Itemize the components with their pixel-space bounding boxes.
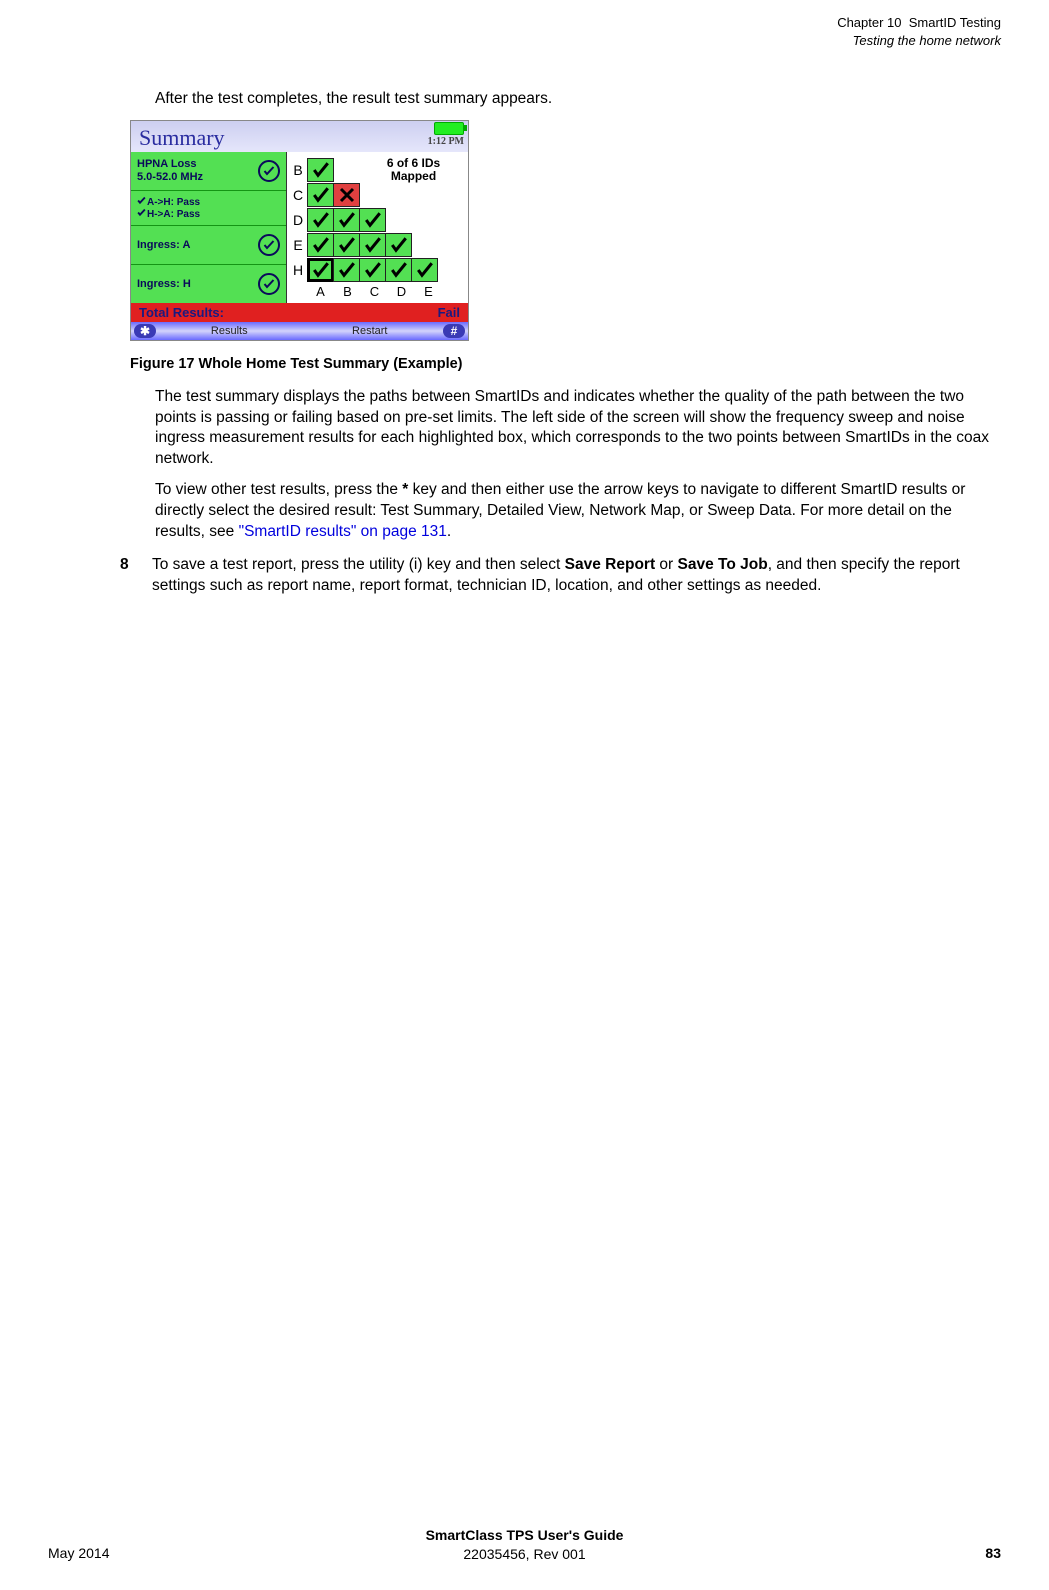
para-summary: The test summary displays the paths betw… — [155, 387, 996, 471]
col-a: A — [307, 283, 334, 301]
bold-save-report: Save Report — [565, 556, 655, 573]
col-e: E — [415, 283, 442, 301]
text: To save a test report, press the utility… — [152, 556, 565, 573]
softkey-bar: ✱ Results Restart # — [131, 322, 468, 340]
chapter-num: Chapter 10 — [837, 15, 901, 30]
check-circle-icon — [258, 160, 280, 182]
cell-pass-selected — [307, 258, 334, 282]
row-b-label: B — [289, 158, 307, 183]
cell-pass — [333, 208, 360, 232]
hpna-label2: 5.0-52.0 MHz — [137, 171, 203, 183]
cell-pass — [385, 258, 412, 282]
cell-pass — [307, 208, 334, 232]
hpna-box: HPNA Loss 5.0-52.0 MHz — [131, 152, 286, 191]
col-d: D — [388, 283, 415, 301]
page-footer: May 2014 SmartClass TPS User's Guide 220… — [48, 1526, 1001, 1564]
hpna-label1: HPNA Loss — [137, 158, 197, 170]
col-b: B — [334, 283, 361, 301]
step-body: To save a test report, press the utility… — [152, 555, 1001, 597]
text: or — [655, 556, 677, 573]
link-smartid-results[interactable]: "SmartID results" on page 131 — [239, 523, 447, 540]
ingress-a-box: Ingress: A — [131, 226, 286, 265]
hash-key-icon: # — [443, 324, 465, 338]
page-header: Chapter 10 SmartID Testing Testing the h… — [60, 14, 1001, 49]
cell-fail — [333, 183, 360, 207]
text: To view other test results, press the — [155, 481, 402, 498]
para-results: To view other test results, press the * … — [155, 480, 996, 543]
footer-title: SmartClass TPS User's Guide — [48, 1526, 1001, 1545]
battery-icon — [434, 122, 464, 135]
cell-pass — [385, 233, 412, 257]
ingress-h-box: Ingress: H — [131, 265, 286, 303]
footer-date: May 2014 — [48, 1544, 109, 1563]
soft-restart: Restart — [300, 324, 441, 339]
pass-box: A->H: Pass H->A: Pass — [131, 191, 286, 226]
step-8: 8 To save a test report, press the utili… — [120, 555, 1001, 597]
col-c: C — [361, 283, 388, 301]
check-circle-icon — [258, 234, 280, 256]
mapped-count: 6 of 6 IDs Mapped — [371, 157, 456, 182]
cell-pass — [411, 258, 438, 282]
cell-pass — [333, 233, 360, 257]
clock: 1:12 PM — [428, 135, 464, 149]
pass-ha: H->A: Pass — [147, 209, 200, 220]
section-title: Testing the home network — [853, 33, 1001, 48]
check-circle-icon — [258, 273, 280, 295]
screen-title: Summary — [139, 125, 225, 150]
cell-pass — [359, 208, 386, 232]
row-e-label: E — [289, 233, 307, 258]
device-screenshot: Summary 1:12 PM HPNA Loss 5.0-52.0 MHz A… — [130, 120, 469, 341]
bold-save-to-job: Save To Job — [678, 556, 768, 573]
text: . — [447, 523, 451, 540]
intro-text: After the test completes, the result tes… — [155, 89, 996, 110]
cell-pass — [307, 183, 334, 207]
footer-doc: 22035456, Rev 001 — [48, 1545, 1001, 1564]
matrix-panel: 6 of 6 IDs Mapped B C D — [287, 152, 468, 303]
ingress-a: Ingress: A — [137, 239, 190, 251]
total-value: Fail — [438, 304, 460, 322]
col-labels: A B C D E — [307, 283, 464, 301]
row-c-label: C — [289, 183, 307, 208]
row-d-label: D — [289, 208, 307, 233]
row-h-label: H — [289, 258, 307, 283]
cell-pass — [333, 258, 360, 282]
cell-pass — [307, 233, 334, 257]
device-title-bar: Summary 1:12 PM — [131, 121, 468, 152]
cell-pass — [359, 258, 386, 282]
soft-results: Results — [159, 324, 300, 339]
total-label: Total Results: — [139, 304, 224, 322]
footer-page: 83 — [985, 1544, 1001, 1563]
figure-caption: Figure 17 Whole Home Test Summary (Examp… — [130, 355, 1001, 375]
step-number: 8 — [120, 555, 136, 597]
pass-ah: A->H: Pass — [147, 197, 200, 208]
cell-pass — [307, 158, 334, 182]
cell-pass — [359, 233, 386, 257]
total-results-bar: Total Results: Fail — [131, 303, 468, 322]
chapter-title: SmartID Testing — [909, 15, 1001, 30]
star-key-icon: ✱ — [134, 324, 156, 338]
ingress-h: Ingress: H — [137, 278, 191, 290]
left-panel: HPNA Loss 5.0-52.0 MHz A->H: Pass H->A: … — [131, 152, 287, 303]
